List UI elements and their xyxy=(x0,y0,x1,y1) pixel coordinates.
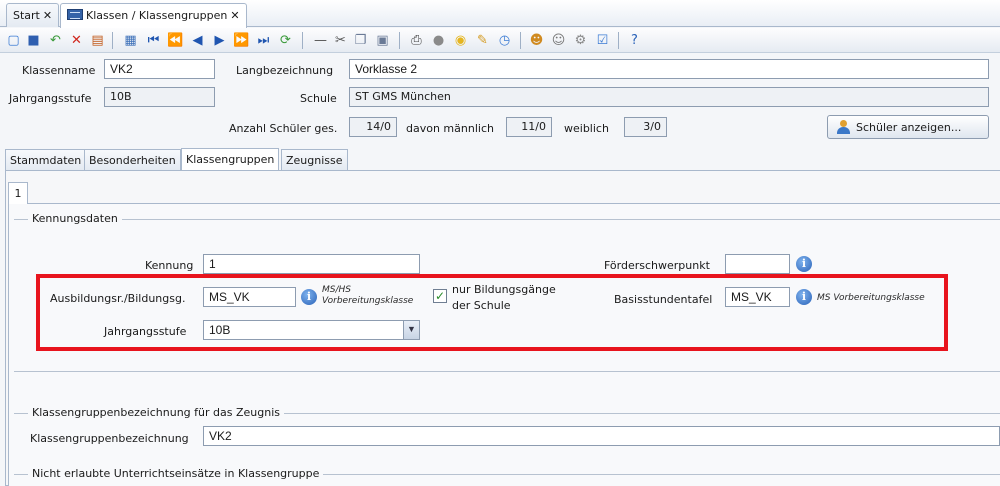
show-students-label: Schüler anzeigen... xyxy=(856,121,962,134)
zeugnis-input[interactable]: VK2 xyxy=(203,426,1000,446)
close-icon[interactable]: ✕ xyxy=(230,9,239,22)
prev-page-icon[interactable]: ⏪ xyxy=(167,32,184,49)
students-icon xyxy=(836,120,852,134)
show-students-button[interactable]: Schüler anzeigen... xyxy=(827,115,989,139)
group-divider xyxy=(14,219,1000,220)
table-icon[interactable]: ▦ xyxy=(122,32,139,49)
new-icon[interactable]: ▢ xyxy=(5,32,22,49)
anzahl-value: 14/0 xyxy=(349,117,397,137)
edit-icon[interactable]: ☑ xyxy=(594,32,611,49)
toolbar-separator xyxy=(399,32,400,49)
anzahl-label: Anzahl Schüler ges. xyxy=(229,122,338,135)
tab-zeugnisse[interactable]: Zeugnisse xyxy=(281,149,348,170)
kennungsdaten-title: Kennungsdaten xyxy=(28,212,122,225)
toolbar-separator xyxy=(520,32,521,49)
preview-icon[interactable]: ● xyxy=(430,32,447,49)
toolbar-separator xyxy=(302,32,303,49)
jahrgangsstufe-value: 10B xyxy=(104,87,215,107)
bulb-icon[interactable]: ◉ xyxy=(452,32,469,49)
info-icon[interactable]: i xyxy=(796,256,812,272)
clock-icon[interactable]: ◷ xyxy=(496,32,513,49)
unterricht-title: Nicht erlaubte Unterrichtseinsätze in Kl… xyxy=(28,467,324,480)
form-icon[interactable]: ▤ xyxy=(89,32,106,49)
users-icon[interactable]: ☻ xyxy=(528,32,545,49)
zeugnis-label: Klassengruppenbezeichnung xyxy=(30,432,189,445)
minus-icon[interactable]: — xyxy=(312,32,329,49)
klassenname-label: Klassenname xyxy=(22,64,96,77)
next-icon[interactable]: ▶ xyxy=(211,32,228,49)
klassenname-input[interactable]: VK2 xyxy=(104,59,215,79)
last-icon[interactable]: ⏭ xyxy=(255,32,272,49)
toolbar-separator xyxy=(618,32,619,49)
tab-klassen-label: Klassen / Klassengruppen xyxy=(86,9,228,22)
foerderschwerpunkt-label: Förderschwerpunkt xyxy=(604,259,710,272)
toolbar-separator xyxy=(112,32,113,49)
kennung-input[interactable]: 1 xyxy=(203,254,420,274)
tab-group-1[interactable]: 1 xyxy=(8,182,28,204)
print-icon[interactable]: ⎙ xyxy=(408,32,425,49)
settings-icon[interactable]: ⚙ xyxy=(572,32,589,49)
document-tab-bar: Start ✕ Klassen / Klassengruppen ✕ xyxy=(0,0,1000,28)
close-icon[interactable]: ✕ xyxy=(43,9,52,22)
maennlich-value: 11/0 xyxy=(506,117,552,137)
first-icon[interactable]: ⏮ xyxy=(145,32,162,49)
toolbar: ▢ ■ ↶ ✕ ▤ ▦ ⏮ ⏪ ◀ ▶ ⏩ ⏭ ⟳ — ✂ ❐ ▣ ⎙ ● ◉ … xyxy=(0,28,1000,53)
grid-icon xyxy=(67,9,83,20)
undo-icon[interactable]: ↶ xyxy=(47,32,64,49)
broom-icon[interactable]: ✎ xyxy=(474,32,491,49)
tab-stammdaten[interactable]: Stammdaten xyxy=(5,149,87,170)
save-icon[interactable]: ■ xyxy=(25,32,42,49)
tab-start-label: Start xyxy=(13,9,40,22)
tab-klassen[interactable]: Klassen / Klassengruppen ✕ xyxy=(60,3,247,28)
cut-icon[interactable]: ✂ xyxy=(332,32,349,49)
weiblich-value: 3/0 xyxy=(624,117,667,137)
schule-label: Schule xyxy=(300,92,337,105)
next-page-icon[interactable]: ⏩ xyxy=(233,32,250,49)
langbezeichnung-input[interactable]: Vorklasse 2 xyxy=(349,59,989,79)
group-divider xyxy=(14,371,1000,372)
kennung-label: Kennung xyxy=(145,259,194,272)
paste-icon[interactable]: ▣ xyxy=(374,32,391,49)
help-icon[interactable]: ? xyxy=(626,32,643,49)
jahrgangsstufe-label: Jahrgangsstufe xyxy=(9,92,92,105)
refresh-icon[interactable]: ⟳ xyxy=(277,32,294,49)
tab-start[interactable]: Start ✕ xyxy=(6,3,60,27)
weiblich-label: weiblich xyxy=(564,122,609,135)
maennlich-label: davon männlich xyxy=(406,122,494,135)
user-icon[interactable]: ☺ xyxy=(550,32,567,49)
delete-icon[interactable]: ✕ xyxy=(68,32,85,49)
foerderschwerpunkt-input[interactable] xyxy=(725,254,790,274)
langbezeichnung-label: Langbezeichnung xyxy=(236,64,334,77)
zeugnis-title: Klassengruppenbezeichnung für das Zeugni… xyxy=(28,406,284,419)
tab-klassengruppen[interactable]: Klassengruppen xyxy=(181,148,280,171)
highlight-box xyxy=(36,274,948,351)
prev-icon[interactable]: ◀ xyxy=(189,32,206,49)
tab-besonderheiten[interactable]: Besonderheiten xyxy=(84,149,181,170)
copy-icon[interactable]: ❐ xyxy=(352,32,369,49)
schule-value: ST GMS München xyxy=(349,87,989,107)
